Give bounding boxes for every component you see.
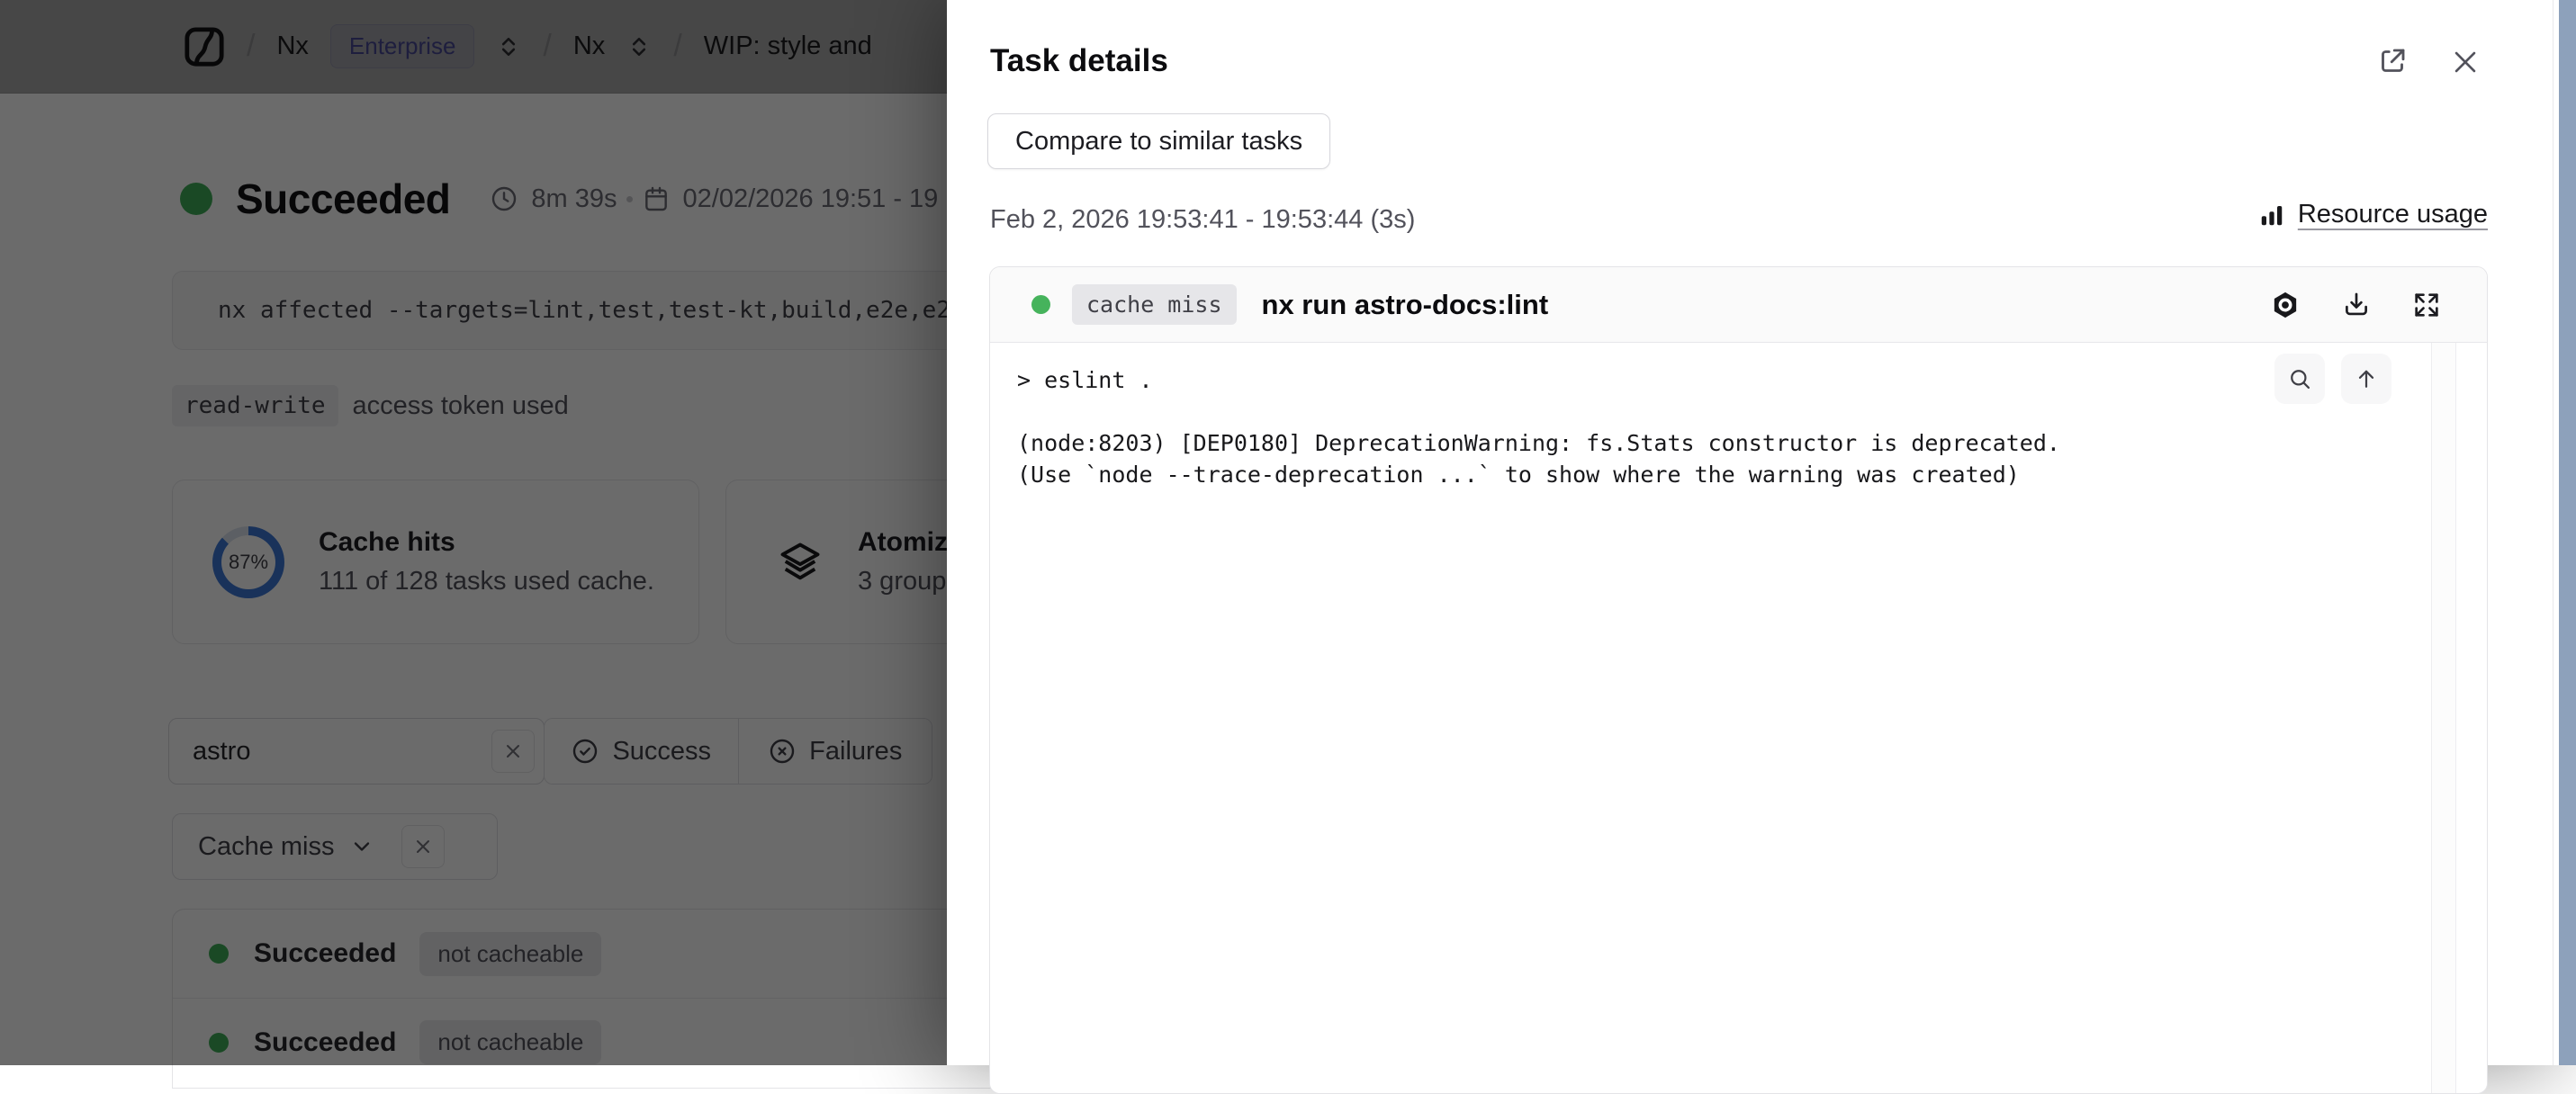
cache-miss-badge: cache miss (1072, 284, 1237, 325)
close-modal-button[interactable] (2450, 47, 2481, 77)
compare-tasks-button[interactable]: Compare to similar tasks (987, 113, 1330, 169)
page-scrollbar[interactable] (2553, 0, 2576, 1065)
close-icon (2450, 47, 2481, 77)
terminal-scrollbar[interactable] (2431, 343, 2456, 1093)
search-log-button[interactable] (2274, 354, 2325, 404)
scroll-to-top-button[interactable] (2341, 354, 2391, 404)
terminal-float-actions (2274, 354, 2391, 404)
resource-usage-label: Resource usage (2298, 200, 2488, 229)
status-dot (1031, 295, 1050, 314)
terminal-line: > eslint . (1017, 364, 2379, 396)
external-link-icon (2376, 45, 2409, 77)
terminal-header: cache miss nx run astro-docs:lint (990, 267, 2487, 343)
pretty-output-toggle-button[interactable] (2269, 289, 2301, 321)
terminal-line: (Use `node --trace-deprecation ...` to s… (1017, 459, 2379, 490)
terminal-output: > eslint . (node:8203) [DEP0180] Depreca… (990, 343, 2487, 1093)
bar-chart-icon (2258, 202, 2285, 229)
terminal-actions (2269, 289, 2442, 321)
task-details-modal: Task details Compare to similar tasks Fe… (947, 0, 2553, 1065)
download-log-button[interactable] (2341, 290, 2372, 320)
open-in-full-page-button[interactable] (2376, 45, 2409, 77)
task-name: nx run astro-docs:lint (1262, 289, 1549, 321)
fullscreen-button[interactable] (2411, 290, 2442, 320)
expand-icon (2411, 290, 2442, 320)
search-icon (2287, 366, 2312, 391)
arrow-up-icon (2354, 366, 2379, 391)
terminal-line: (node:8203) [DEP0180] DeprecationWarning… (1017, 427, 2379, 459)
modal-title: Task details (990, 43, 1168, 79)
download-icon (2341, 290, 2372, 320)
task-time-range: Feb 2, 2026 19:53:41 - 19:53:44 (3s) (990, 205, 1415, 235)
resource-usage-link[interactable]: Resource usage (2258, 200, 2488, 229)
page-scrollbar-thumb[interactable] (2559, 0, 2576, 1065)
terminal-panel: cache miss nx run astro-docs:lint (989, 266, 2488, 1094)
eye-hexagon-icon (2269, 289, 2301, 321)
terminal-line (1017, 396, 2379, 427)
